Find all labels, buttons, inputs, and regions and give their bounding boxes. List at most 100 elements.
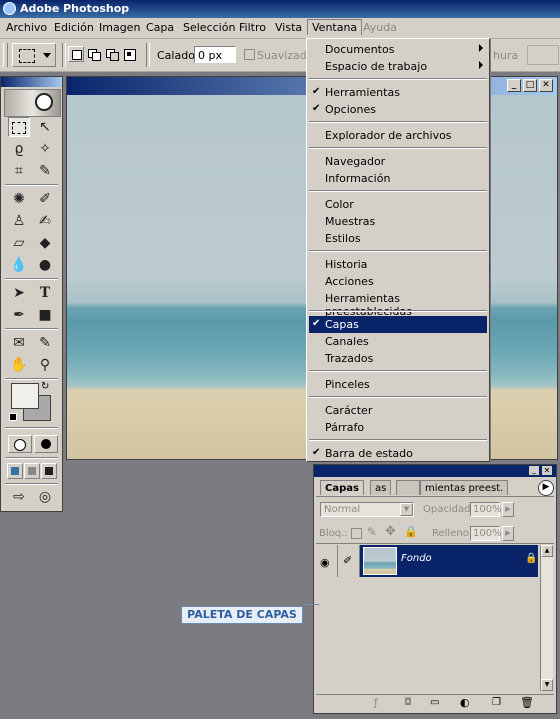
blur-tool[interactable]: 💧 (8, 255, 30, 275)
menu-item-documentos[interactable]: Documentos (309, 41, 487, 58)
scroll-down-icon[interactable]: ▼ (541, 679, 553, 691)
maximize-icon[interactable]: □ (523, 79, 537, 92)
menu-vista[interactable]: Vista (275, 21, 302, 34)
fill-slider-arrow-icon[interactable]: ▶ (502, 526, 514, 541)
close-icon[interactable]: ✕ (542, 466, 552, 475)
lasso-tool[interactable]: ϱ (8, 139, 30, 159)
slice-tool[interactable]: ✎ (34, 161, 56, 181)
palette-menu-arrow-icon[interactable]: ▶ (538, 480, 554, 496)
opacity-input[interactable]: 100% (470, 502, 502, 517)
visibility-toggle[interactable]: ◉ (316, 545, 338, 577)
imageready-icon[interactable]: ◎ (34, 487, 56, 507)
delete-layer-icon[interactable]: 🗑 (520, 696, 534, 709)
new-layer-icon[interactable]: ❐ (492, 697, 501, 708)
add-mask-icon[interactable]: ◘ (404, 697, 412, 708)
eraser-tool[interactable]: ▱ (8, 233, 30, 253)
healing-brush-tool[interactable]: ✺ (8, 189, 30, 209)
menu-item-herramientas[interactable]: ✔ Herramientas (309, 84, 487, 101)
opacity-slider-arrow-icon[interactable]: ▶ (502, 502, 514, 517)
paint-bucket-tool[interactable]: ◆ (34, 233, 56, 253)
menu-seleccion[interactable]: Selección (183, 21, 235, 34)
path-selection-tool[interactable]: ➤ (8, 283, 30, 303)
menu-item-historia[interactable]: Historia (309, 256, 487, 273)
add-selection-button[interactable] (86, 46, 102, 62)
new-selection-button[interactable] (68, 46, 84, 62)
antialias-checkbox[interactable] (244, 49, 255, 60)
chevron-down-icon[interactable]: ▼ (400, 503, 413, 516)
type-tool[interactable]: T (34, 283, 56, 303)
menu-ayuda[interactable]: Ayuda (363, 21, 397, 34)
zoom-tool[interactable]: ⚲ (34, 355, 56, 375)
jump-to-imageready-icon[interactable]: ⇨ (8, 487, 30, 507)
subtract-selection-button[interactable] (104, 46, 120, 62)
toolbox-title-bar[interactable] (1, 77, 62, 87)
menu-item-color[interactable]: Color (309, 196, 487, 213)
layer-row-fondo[interactable]: ◉ ✐ Fondo 🔒 (316, 545, 538, 577)
menu-item-estilos[interactable]: Estilos (309, 230, 487, 247)
standard-screen-button[interactable] (7, 463, 23, 479)
menu-filtro[interactable]: Filtro (239, 21, 266, 34)
quick-mask-button[interactable] (34, 435, 58, 453)
menu-capa[interactable]: Capa (146, 21, 174, 34)
lock-move-icon[interactable]: ✥ (385, 524, 396, 539)
menu-item-informacion[interactable]: Información (309, 170, 487, 187)
tab-capas[interactable]: Capas (320, 480, 364, 495)
magic-wand-tool[interactable]: ✧ (34, 139, 56, 159)
menu-item-acciones[interactable]: Acciones (309, 273, 487, 290)
menu-item-parrafo[interactable]: Párrafo (309, 419, 487, 436)
swap-colors-icon[interactable]: ↻ (41, 381, 49, 392)
tab-herramientas-preest[interactable]: mientas preest. (420, 480, 509, 495)
tool-preset-picker[interactable] (12, 43, 56, 67)
notes-tool[interactable]: ✉ (8, 333, 30, 353)
menu-item-pinceles[interactable]: Pinceles (309, 376, 487, 393)
feather-input[interactable]: 0 px (194, 46, 236, 63)
dodge-tool[interactable]: ● (34, 255, 56, 275)
menu-item-capas[interactable]: ✔ Capas (309, 316, 487, 333)
menu-item-espacio-de-trabajo[interactable]: Espacio de trabajo (309, 58, 487, 75)
clone-stamp-tool[interactable]: ♙ (8, 211, 30, 231)
menu-ventana[interactable]: Ventana (307, 19, 363, 35)
full-screen-menu-button[interactable] (24, 463, 40, 479)
close-icon[interactable]: ✕ (539, 79, 553, 92)
menu-imagen[interactable]: Imagen (99, 21, 140, 34)
adobe-online-button[interactable] (4, 89, 61, 117)
lock-transparency-icon[interactable] (351, 528, 362, 539)
menu-edicion[interactable]: Edición (54, 21, 94, 34)
tab-canales[interactable]: as (370, 480, 392, 495)
foreground-color-swatch[interactable] (11, 383, 39, 409)
lock-all-icon[interactable]: 🔒 (404, 525, 418, 538)
menu-item-opciones[interactable]: ✔ Opciones (309, 101, 487, 118)
link-toggle[interactable]: ✐ (338, 545, 360, 577)
layer-style-icon[interactable]: ƒ (374, 696, 378, 709)
layers-scrollbar[interactable]: ▲ ▼ (540, 545, 553, 691)
grip-handle[interactable] (3, 43, 8, 67)
hand-tool[interactable]: ✋ (8, 355, 30, 375)
menu-item-trazados[interactable]: Trazados (309, 350, 487, 367)
brush-tool[interactable]: ✐ (34, 189, 56, 209)
menu-item-herramientas-preestablecidas[interactable]: Herramientas preestablecidas (309, 290, 487, 318)
new-set-icon[interactable]: ▭ (430, 697, 439, 708)
fill-input[interactable]: 100% (470, 526, 502, 541)
palette-well[interactable] (527, 45, 559, 65)
adjustment-layer-icon[interactable]: ◐ (460, 696, 470, 709)
eyedropper-tool[interactable]: ✎ (34, 333, 56, 353)
rect-marquee-tool[interactable] (8, 117, 30, 137)
minimize-icon[interactable]: _ (507, 79, 521, 92)
full-screen-button[interactable] (41, 463, 57, 479)
lock-paint-icon[interactable]: ✎ (367, 525, 377, 539)
menu-item-canales[interactable]: Canales (309, 333, 487, 350)
intersect-selection-button[interactable] (122, 46, 138, 62)
pen-tool[interactable]: ✒ (8, 305, 30, 325)
history-brush-tool[interactable]: ✍ (34, 211, 56, 231)
menu-item-navegador[interactable]: Navegador (309, 153, 487, 170)
rectangle-shape-tool[interactable]: ■ (34, 305, 56, 325)
menu-item-explorador-de-archivos[interactable]: Explorador de archivos (309, 127, 487, 144)
standard-mode-button[interactable] (8, 435, 32, 453)
minimize-icon[interactable]: _ (529, 466, 539, 475)
scroll-up-icon[interactable]: ▲ (541, 545, 553, 557)
menu-item-caracter[interactable]: Carácter (309, 402, 487, 419)
palette-title-bar[interactable] (314, 465, 556, 477)
menu-archivo[interactable]: Archivo (6, 21, 47, 34)
default-colors-icon[interactable] (9, 413, 17, 421)
menu-item-barra-de-estado[interactable]: ✔ Barra de estado (309, 445, 487, 462)
